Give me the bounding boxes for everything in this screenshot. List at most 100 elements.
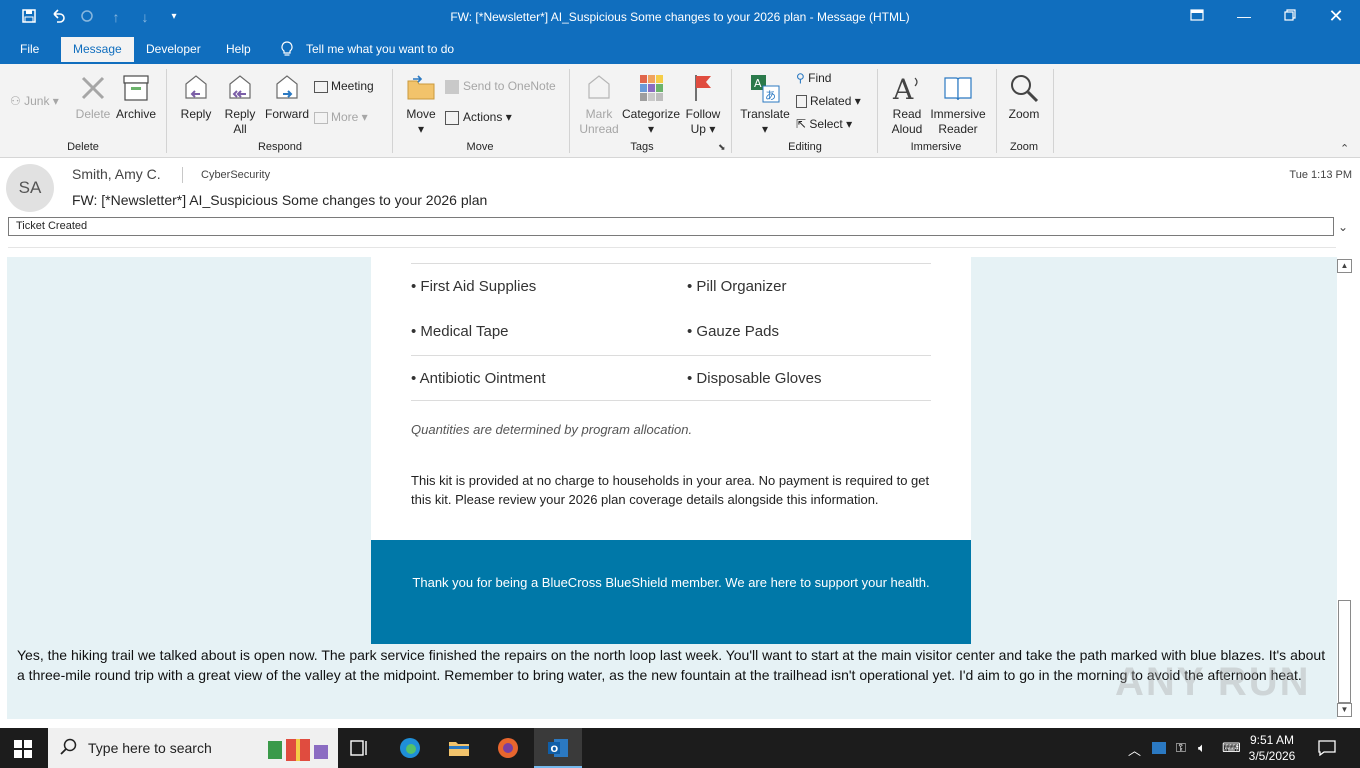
file-explorer-icon[interactable] — [447, 736, 471, 760]
delete-button[interactable]: Delete — [72, 72, 114, 122]
send-to-onenote-button[interactable]: Send to OneNote — [445, 76, 556, 96]
mark-unread-icon — [588, 75, 610, 99]
find-button[interactable]: ⚲ Find — [796, 68, 831, 88]
dialog-launcher-icon[interactable]: ⬊ — [718, 142, 726, 153]
delete-group-label: Delete — [67, 141, 99, 153]
scroll-thumb[interactable] — [1338, 600, 1351, 703]
scroll-up-icon[interactable]: ▲ — [1337, 259, 1352, 273]
show-hidden-icons-icon[interactable]: ︿ — [1128, 740, 1141, 759]
windows-start-icon[interactable] — [14, 740, 32, 761]
ribbon-separator — [731, 69, 732, 153]
category-bar[interactable]: Ticket Created — [8, 217, 1334, 236]
folder-move-icon — [407, 75, 435, 100]
edge-browser-icon[interactable] — [398, 736, 422, 760]
archive-button[interactable]: Archive — [114, 72, 158, 122]
restore-icon[interactable] — [1267, 0, 1313, 34]
watermark-logo: ANY RUN — [1115, 660, 1311, 704]
system-clock[interactable]: 9:51 AM 3/5/2026 — [1238, 732, 1306, 764]
svg-text:A: A — [754, 77, 762, 90]
archive-icon — [123, 75, 149, 101]
forward-icon — [276, 75, 298, 99]
zoom-group-label: Zoom — [1009, 141, 1039, 153]
tab-help[interactable]: Help — [214, 34, 263, 64]
save-icon[interactable] — [20, 8, 38, 26]
header-divider — [182, 167, 183, 183]
more-respond-button[interactable]: More ▾ — [314, 107, 368, 127]
item-text: • Medical Tape — [411, 323, 509, 340]
immersive-reader-button[interactable]: Immersive Reader — [928, 72, 988, 137]
scroll-down-icon[interactable]: ▼ — [1337, 703, 1352, 717]
newsletter-footer: Thank you for being a BlueCross BlueShie… — [371, 540, 971, 644]
onenote-icon — [445, 79, 459, 94]
footer-text: Thank you for being a BlueCross BlueShie… — [412, 575, 930, 590]
message-subject: FW: [*Newsletter*] AI_Suspicious Some ch… — [72, 192, 488, 208]
ribbon-separator — [1053, 69, 1054, 153]
tell-me-search[interactable]: Tell me what you want to do — [294, 34, 466, 64]
outlook-tray-icon[interactable] — [1151, 740, 1167, 759]
close-icon[interactable]: ✕ — [1313, 0, 1359, 34]
zoom-button[interactable]: Zoom — [1002, 72, 1046, 122]
select-button[interactable]: ⇱ Select ▾ — [796, 114, 852, 134]
list-divider — [411, 400, 931, 401]
minimize-icon[interactable]: — — [1221, 0, 1267, 34]
ribbon-separator — [392, 69, 393, 153]
translate-icon: Aあ — [751, 75, 780, 103]
ribbon-display-icon[interactable] — [1174, 0, 1220, 34]
related-icon — [796, 95, 807, 109]
reply-all-button[interactable]: Reply All — [218, 72, 262, 137]
categorize-button[interactable]: Categorize ▾ — [622, 72, 680, 137]
chevron-down-icon[interactable]: ⌄ — [1338, 220, 1348, 234]
translate-button[interactable]: Aあ Translate ▾ — [740, 72, 790, 137]
received-time: Tue 1:13 PM — [1289, 169, 1352, 181]
ribbon: ⚇ Junk ▾ Delete Archive Delete Reply Rep… — [0, 64, 1360, 158]
mark-unread-button[interactable]: Mark Unread — [578, 72, 620, 137]
editing-group-label: Editing — [788, 141, 822, 153]
follow-up-button[interactable]: Follow Up ▾ — [682, 72, 724, 137]
tab-message[interactable]: Message — [61, 37, 134, 64]
delete-icon — [81, 76, 105, 100]
junk-button[interactable]: ⚇ Junk ▾ — [10, 91, 59, 111]
search-highlight-icon — [264, 733, 332, 763]
taskbar-search-box[interactable]: Type here to search — [48, 728, 338, 768]
item-text: • Pill Organizer — [687, 278, 787, 295]
sender-name[interactable]: Smith, Amy C. — [72, 166, 161, 182]
customize-toolbar-icon[interactable]: ▾ — [165, 8, 183, 26]
collapse-ribbon-icon[interactable]: ⌃ — [1340, 142, 1349, 155]
actions-icon — [445, 110, 459, 125]
title-bar: FW: [*Newsletter*] AI_Suspicious Some ch… — [0, 0, 1360, 34]
undo-icon[interactable] — [49, 8, 67, 26]
redo-icon — [78, 8, 96, 26]
item-text: • Antibiotic Ointment — [411, 370, 546, 387]
ribbon-separator — [569, 69, 570, 153]
taskbar: Type here to search O ︿ ⚿ 🔈︎ ⌨ 9:51 AM 3… — [0, 728, 1360, 768]
ribbon-separator — [166, 69, 167, 153]
volume-icon[interactable]: 🔈︎ — [1198, 740, 1206, 756]
notification-icon[interactable] — [1318, 740, 1336, 759]
task-view-icon[interactable] — [348, 736, 372, 760]
related-button[interactable]: Related ▾ — [796, 91, 861, 111]
outlook-taskbar-button[interactable]: O — [534, 728, 582, 768]
network-icon[interactable]: ⚿ — [1176, 740, 1186, 756]
svg-text:O: O — [551, 745, 559, 755]
flag-icon — [695, 75, 711, 101]
vertical-scrollbar[interactable]: ▲ ▼ — [1337, 257, 1352, 719]
list-item: • First Aid Supplies • Pill Organizer — [411, 263, 931, 309]
read-aloud-icon: A — [892, 73, 918, 104]
firefox-icon[interactable] — [496, 736, 520, 760]
recipient[interactable]: CyberSecurity — [201, 169, 270, 181]
meeting-button[interactable]: Meeting — [314, 76, 374, 96]
reply-button[interactable]: Reply — [176, 72, 216, 122]
avatar: SA — [6, 164, 54, 212]
tab-file[interactable]: File — [8, 34, 51, 64]
junk-icon: ⚇ — [10, 94, 21, 108]
move-group-label: Move — [466, 141, 494, 153]
read-aloud-button[interactable]: A Read Aloud — [886, 72, 928, 137]
categorize-icon — [640, 75, 663, 101]
search-placeholder: Type here to search — [88, 740, 212, 756]
tab-developer[interactable]: Developer — [134, 34, 213, 64]
actions-button[interactable]: Actions ▾ — [445, 107, 512, 127]
move-button[interactable]: Move ▾ — [402, 72, 440, 137]
forward-button[interactable]: Forward — [264, 72, 310, 122]
meeting-icon — [314, 80, 328, 93]
ribbon-separator — [877, 69, 878, 153]
